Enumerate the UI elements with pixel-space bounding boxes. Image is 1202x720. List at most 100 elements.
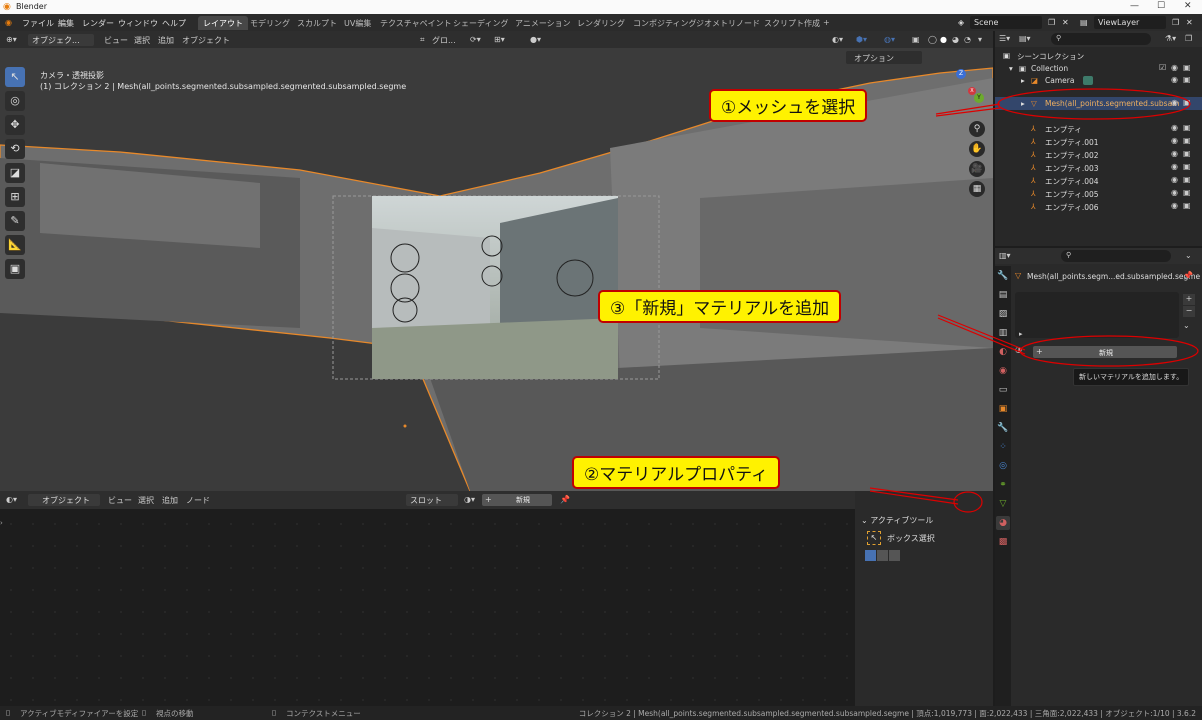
menu-window[interactable]: ウィンドウ [118, 18, 158, 29]
pan-view-icon[interactable]: ✋ [969, 141, 985, 157]
editor-type-icon[interactable]: ⊕▾ [6, 35, 17, 44]
menu-object[interactable]: オブジェクト [182, 35, 230, 46]
shading-options-icon[interactable]: ▾ [978, 35, 982, 44]
shader-menu-view[interactable]: ビュー [108, 495, 132, 506]
eye-icon[interactable]: ◉ [1171, 175, 1178, 184]
outliner-row-empty[interactable]: ⅄ エンプティ.004 ◉ ▣ [995, 174, 1202, 187]
maximize-button[interactable]: ☐ [1157, 1, 1165, 11]
rotate-tool-icon[interactable]: ⟲ [5, 139, 25, 159]
menu-edit[interactable]: 編集 [58, 18, 74, 29]
outliner-row-camera[interactable]: ▸ ◪ Camera ◉ ▣ [995, 74, 1202, 87]
tab-shading[interactable]: シェーディング [448, 16, 513, 30]
xray-icon[interactable]: ▣ [912, 35, 920, 44]
close-button[interactable]: ✕ [1184, 1, 1192, 11]
annotate-tool-icon[interactable]: ✎ [5, 211, 25, 231]
perspective-toggle-icon[interactable]: ▦ [969, 181, 985, 197]
eye-icon[interactable]: ◉ [1171, 63, 1178, 72]
viewlayer-field[interactable]: ViewLayer [1094, 16, 1166, 29]
camera-render-icon[interactable]: ▣ [1183, 175, 1191, 184]
navigation-gizmo[interactable]: Z Y X [940, 67, 986, 113]
eye-icon[interactable]: ◉ [1171, 75, 1178, 84]
proportional-edit-icon[interactable]: ●▾ [530, 35, 541, 44]
modifier-tab-icon[interactable]: 🔧 [996, 421, 1010, 435]
outliner-row-mesh[interactable]: ▸ ▽ Mesh(all_points.segmented.subsam ◉ ▣ [995, 97, 1202, 110]
checkbox-icon[interactable]: ☑ [1159, 63, 1166, 72]
output-tab-icon[interactable]: ▨ [996, 307, 1010, 321]
material-browse-icon[interactable]: ◑ [1015, 345, 1022, 354]
camera-view-icon[interactable]: 🎥 [969, 161, 985, 177]
shading-solid-icon[interactable]: ● [940, 35, 947, 44]
new-collection-icon[interactable]: ❐ [1185, 34, 1192, 43]
outliner-row-empty[interactable]: ⅄ エンプティ ◉ ▣ [995, 122, 1202, 135]
eye-icon[interactable]: ◉ [1171, 162, 1178, 171]
material-browse-icon[interactable]: ◑▾ [464, 495, 475, 504]
outliner-scene-collection[interactable]: ▣ シーンコレクション [995, 49, 1202, 62]
transform-orientation-icon[interactable]: ⌗ [420, 35, 425, 45]
pivot-icon[interactable]: ⟳▾ [470, 35, 481, 44]
texture-tab-icon[interactable]: ▩ [996, 535, 1010, 549]
tab-texture-paint[interactable]: テクスチャペイント [375, 16, 457, 30]
tab-modeling[interactable]: モデリング [245, 16, 295, 30]
data-tab-icon[interactable]: ▽ [996, 497, 1010, 511]
select-mode-subtract-icon[interactable] [889, 550, 900, 561]
eye-icon[interactable]: ◉ [1171, 98, 1178, 107]
expand-arrow-icon[interactable]: ▾ [1009, 64, 1013, 73]
filter-icon[interactable]: ⚗▾ [1165, 34, 1176, 43]
gizmo-toggle-icon[interactable]: ⬢▾ [856, 35, 867, 44]
options-dropdown[interactable]: オプション [846, 51, 922, 64]
view-layer-tab-icon[interactable]: ▥ [996, 326, 1010, 340]
transform-tool-icon[interactable]: ⊞ [5, 187, 25, 207]
properties-type-icon[interactable]: ▥▾ [999, 251, 1011, 260]
properties-options-icon[interactable]: ⌄ [1185, 251, 1192, 260]
tab-scripting[interactable]: スクリプト作成 [759, 16, 825, 30]
remove-slot-button[interactable]: − [1183, 306, 1195, 317]
scene-tab-icon[interactable]: ◐ [996, 345, 1010, 359]
copy-scene-icon[interactable]: ❐ [1048, 18, 1055, 27]
outliner-row-empty[interactable]: ⅄ エンプティ.002 ◉ ▣ [995, 148, 1202, 161]
shading-material-icon[interactable]: ◕ [952, 35, 959, 44]
outliner-row-empty[interactable]: ⅄ エンプティ.001 ◉ ▣ [995, 135, 1202, 148]
menu-help[interactable]: ヘルプ [162, 18, 186, 29]
gizmo-x-axis[interactable]: X [968, 87, 976, 95]
new-material-button[interactable]: + 新規 [1033, 346, 1177, 358]
properties-search-input[interactable]: ⚲ [1061, 250, 1171, 262]
menu-view[interactable]: ビュー [104, 35, 128, 46]
outliner-row-collection[interactable]: ▾ ▣ Collection ☑ ◉ ▣ [995, 62, 1202, 75]
expand-arrow-icon[interactable]: ▸ [1021, 99, 1025, 108]
eye-icon[interactable]: ◉ [1171, 188, 1178, 197]
scene-field[interactable]: Scene [970, 16, 1042, 29]
outliner-type-icon[interactable]: ☰▾ [999, 34, 1010, 43]
expand-arrow-icon[interactable]: ▸ [1019, 330, 1023, 338]
camera-render-icon[interactable]: ▣ [1183, 201, 1191, 210]
add-cube-tool-icon[interactable]: ▣ [5, 259, 25, 279]
menu-select[interactable]: 選択 [134, 35, 150, 46]
tab-geometry-nodes[interactable]: ジオメトリノード [691, 16, 765, 30]
camera-render-icon[interactable]: ▣ [1183, 123, 1191, 132]
render-tab-icon[interactable]: ▤ [996, 288, 1010, 302]
material-slot-list[interactable] [1015, 292, 1179, 338]
select-mode-new-icon[interactable] [865, 550, 876, 561]
outliner-row-empty[interactable]: ⅄ エンプティ.005 ◉ ▣ [995, 187, 1202, 200]
snap-icon[interactable]: ⊞▾ [494, 35, 505, 44]
close-scene-icon[interactable]: ✕ [1062, 18, 1069, 27]
particles-tab-icon[interactable]: ⁘ [996, 440, 1010, 454]
shader-editor-type-icon[interactable]: ◐▾ [6, 495, 17, 504]
copy-viewlayer-icon[interactable]: ❐ [1172, 18, 1179, 27]
camera-render-icon[interactable]: ▣ [1183, 136, 1191, 145]
blender-menu-icon[interactable]: ◉ [5, 18, 12, 27]
box-select-icon[interactable]: ↖ [867, 531, 881, 545]
camera-render-icon[interactable]: ▣ [1183, 98, 1191, 107]
outliner-row-empty[interactable]: ⅄ エンプティ.003 ◉ ▣ [995, 161, 1202, 174]
slot-specials-icon[interactable]: ⌄ [1183, 321, 1190, 330]
expand-arrow-icon[interactable]: ▸ [1021, 76, 1025, 85]
tab-layout[interactable]: レイアウト [198, 16, 248, 30]
tab-sculpt[interactable]: スカルプト [292, 16, 342, 30]
shader-menu-select[interactable]: 選択 [138, 495, 154, 506]
pin-icon[interactable]: 📌 [1183, 271, 1193, 280]
tab-animation[interactable]: アニメーション [510, 16, 576, 30]
tab-uv[interactable]: UV編集 [339, 16, 376, 30]
overlay-toggle-icon[interactable]: ◍▾ [884, 35, 895, 44]
constraints-tab-icon[interactable]: ⚭ [996, 478, 1010, 492]
gizmo-y-axis[interactable]: Y [974, 93, 984, 103]
shading-wireframe-icon[interactable]: ◯ [928, 35, 937, 44]
